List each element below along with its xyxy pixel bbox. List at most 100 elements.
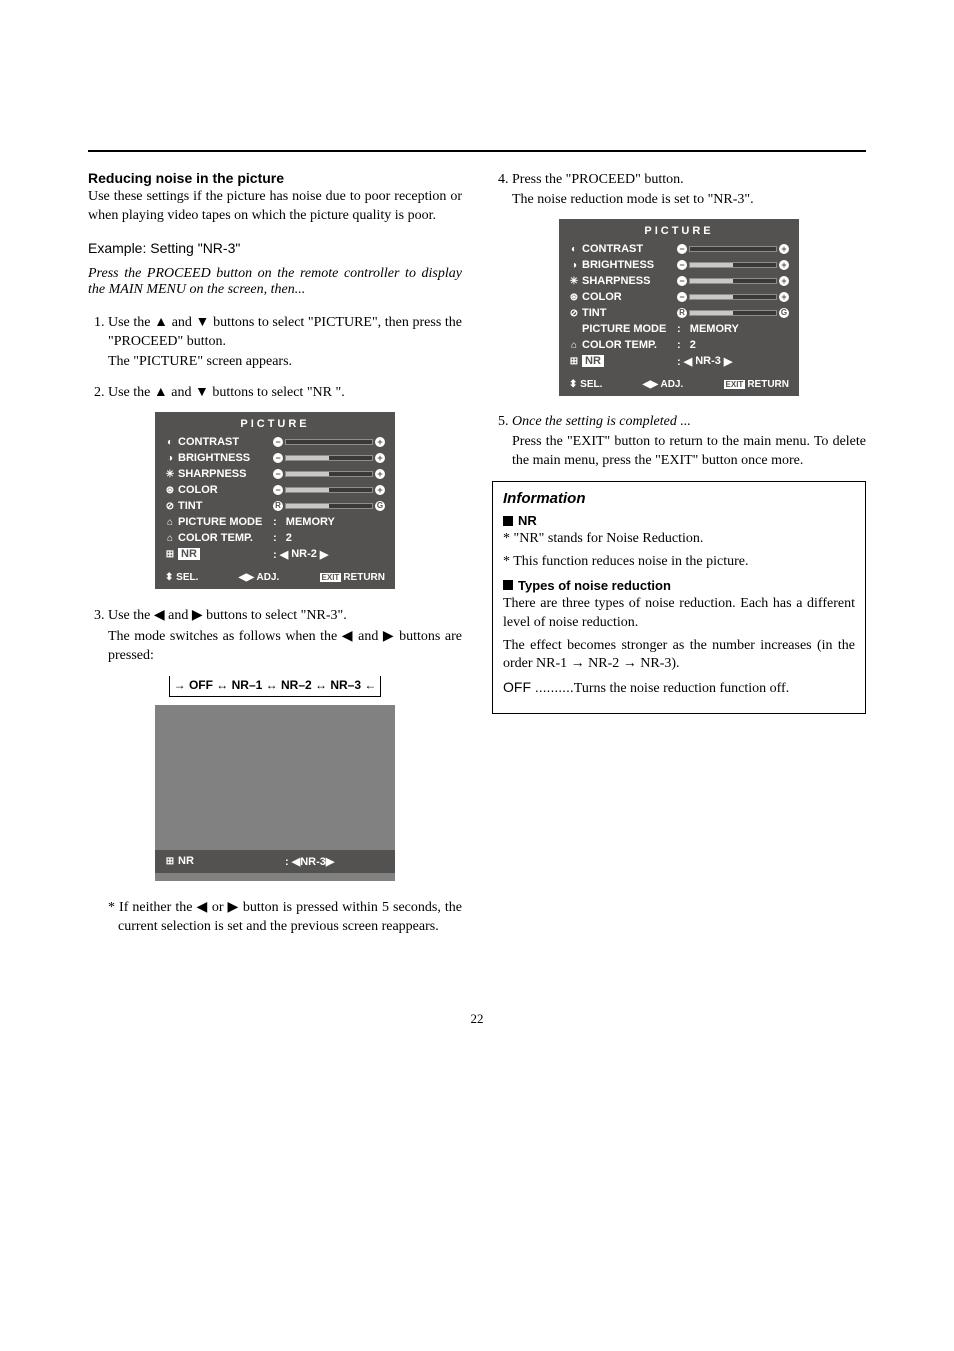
step-5-italic: Once the setting is completed ... [512,414,691,429]
osd-color-temp-value: 2 [690,339,696,351]
osd-picture-mode-label: PICTURE MODE [582,323,666,335]
minus-icon: − [677,276,687,286]
osd-color-label: COLOR [178,484,218,496]
osd-picture-mode-label: PICTURE MODE [178,516,262,528]
osd-contrast-label: CONTRAST [582,243,643,255]
footnote: * If neither the ◀ or ▶ button is presse… [108,897,462,937]
osd-contrast-label: CONTRAST [178,436,239,448]
plus-icon: + [375,469,385,479]
page-number: 22 [88,1011,866,1027]
down-arrow-icon: ▼ [196,313,210,329]
example-label: Example: Setting "NR-3" [88,240,462,256]
osd-nr-label-highlighted: NR [582,355,604,367]
nr-icon: ⊞ [569,356,579,367]
step-1: Use the ▲ and ▼ buttons to select "PICTU… [108,312,462,372]
left-arrow-icon: ◀ [342,627,354,643]
horizontal-rule [88,150,866,152]
info-nr-heading: NR [503,513,855,528]
sharpness-icon: ✳ [569,276,579,287]
osd-return-hint: EXITRETURN [724,379,789,390]
osd-picture-menu-1: PICTURE ◐CONTRAST −+ ◑BRIGHTNESS −+ ✳SHA… [155,412,395,589]
color-icon: ⊛ [165,485,175,496]
osd-adj-hint: ◀▶ ADJ. [239,572,280,583]
plus-icon: + [779,244,789,254]
plus-icon: + [779,260,789,270]
info-types-p1: There are three types of noise reduction… [503,595,855,633]
osd-title: PICTURE [165,418,385,430]
step-5: Once the setting is completed ... Press … [512,412,866,471]
minus-icon: − [273,469,283,479]
osd-nr-value: NR-3 [695,355,721,367]
osd-brightness-label: BRIGHTNESS [582,259,654,271]
plus-icon: + [375,453,385,463]
right-column: Press the "PROCEED" button. The noise re… [492,170,866,951]
two-column-layout: Reducing noise in the picture Use these … [88,170,866,951]
r-icon: R [273,501,283,511]
right-arrow-icon: ▶ [383,627,395,643]
color-temp-icon: ⌂ [569,340,579,351]
mode-chain: → OFF ↔ NR–1 ↔ NR–2 ↔ NR–3 ← [88,676,462,697]
italic-instruction: Press the PROCEED button on the remote c… [88,266,462,298]
nr-icon: ⊞ [165,549,175,560]
info-types-heading: Types of noise reduction [503,578,855,593]
contrast-icon: ◐ [165,437,175,448]
osd-adj-hint: ◀▶ ADJ. [643,379,684,390]
left-column: Reducing noise in the picture Use these … [88,170,462,951]
down-arrow-icon: ▼ [195,383,209,399]
osd-picture-menu-2: PICTURE ◐CONTRAST − + ◑BRIGHTNESS − + ✳SHA… [559,219,799,396]
osd-tint-label: TINT [178,500,202,512]
plus-icon: + [779,292,789,302]
left-arrow-icon: ◀ [196,898,207,914]
osd-color-temp-label: COLOR TEMP. [178,532,253,544]
right-arrow-icon: ▶ [192,606,203,622]
osd-sharpness-label: SHARPNESS [582,275,650,287]
osd-title: PICTURE [569,225,789,237]
osd-tint-label: TINT [582,307,606,319]
color-temp-icon: ⌂ [165,533,175,544]
picture-mode-icon: ⌂ [165,517,175,528]
plus-icon: + [779,276,789,286]
info-nr-p1: * "NR" stands for Noise Reduction. [503,530,855,549]
plus-icon: + [375,485,385,495]
osd-color-temp-label: COLOR TEMP. [582,339,657,351]
sharpness-icon: ✳ [165,469,175,480]
osd-nr-value: NR-2 [291,548,317,560]
tint-icon: ⊘ [165,501,175,512]
minus-icon: − [273,453,283,463]
step-2: Use the ▲ and ▼ buttons to select "NR ". [108,382,462,403]
minus-icon: − [677,244,687,254]
information-box: Information NR * "NR" stands for Noise R… [492,481,866,714]
step-3: Use the ◀ and ▶ buttons to select "NR-3"… [108,605,462,666]
color-icon: ⊛ [569,292,579,303]
osd-sel-hint: ⬍ SEL. [165,572,198,583]
osd-nr-preview: ⊞NR : ◀NR-3▶ [155,705,395,881]
nr-icon: ⊞ [165,856,175,867]
osd-picture-mode-value: MEMORY [690,323,739,335]
osd-picture-mode-value: MEMORY [286,516,335,528]
osd-nr-label-highlighted: NR [178,548,200,560]
section-heading: Reducing noise in the picture [88,170,462,186]
osd-return-hint: EXITRETURN [320,572,385,583]
plus-icon: + [375,437,385,447]
r-icon: R [677,308,687,318]
info-nr-p2: * This function reduces noise in the pic… [503,553,855,572]
osd-color-label: COLOR [582,291,622,303]
osd-nr-label: NR [178,855,194,867]
brightness-icon: ◑ [165,453,175,464]
up-arrow-icon: ▲ [154,383,168,399]
osd-sel-hint: ⬍ SEL. [569,379,602,390]
step-4: Press the "PROCEED" button. The noise re… [512,170,866,209]
up-arrow-icon: ▲ [154,313,168,329]
minus-icon: − [677,260,687,270]
info-types-p2: The effect becomes stronger as the numbe… [503,637,855,675]
g-icon: G [779,308,789,318]
osd-sharpness-label: SHARPNESS [178,468,246,480]
minus-icon: − [273,485,283,495]
info-types-off: OFF ..........Turns the noise reduction … [503,678,855,699]
minus-icon: − [677,292,687,302]
brightness-icon: ◑ [569,260,579,271]
osd-nr-value: NR-3 [300,856,326,868]
contrast-icon: ◐ [569,244,579,255]
left-arrow-icon: ◀ [154,606,165,622]
info-title: Information [503,490,855,507]
